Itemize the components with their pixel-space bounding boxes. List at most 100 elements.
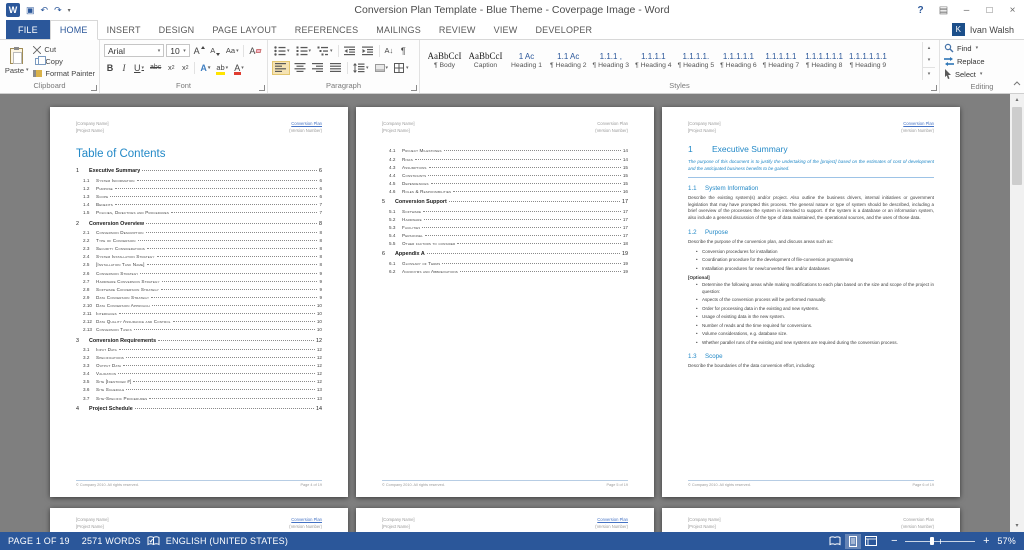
replace-button[interactable]: Replace: [944, 55, 1020, 67]
zoom-out-button[interactable]: −: [889, 535, 899, 547]
scroll-down-icon[interactable]: ▾: [1015, 520, 1018, 532]
highlight-button[interactable]: ab▾: [214, 61, 230, 75]
toc-entry[interactable]: 4.5 Dependencies 15: [382, 181, 628, 187]
toc-entry[interactable]: 1 Executive Summary 6: [76, 168, 322, 174]
style-card[interactable]: 1.1 Ac ¶ Heading 2: [547, 42, 590, 78]
toc-entry[interactable]: 1.3 Scope 6: [76, 194, 322, 200]
styles-dialog-launcher-icon[interactable]: [931, 85, 937, 91]
paste-button[interactable]: Paste▾: [4, 42, 29, 80]
help-icon[interactable]: ?: [909, 0, 932, 20]
grow-font-button[interactable]: A: [192, 44, 207, 58]
zoom-level[interactable]: 57%: [997, 536, 1016, 546]
style-card[interactable]: AaBbCcI Caption: [465, 42, 506, 78]
page-6-partial[interactable]: [Company Name][Project Name]Conversion P…: [662, 508, 960, 532]
ribbon-display-options-icon[interactable]: ▤: [932, 0, 955, 20]
page-2[interactable]: [Company Name] [Project Name] Conversion…: [356, 107, 654, 497]
style-card[interactable]: 1.1.1.1.1 ¶ Heading 6: [717, 42, 760, 78]
account-area[interactable]: K Ivan Walsh: [952, 20, 1024, 39]
toc-entry[interactable]: 3.2 Specifications 12: [76, 355, 322, 361]
toc-entry[interactable]: 6.1 Glossary of Terms 19: [382, 261, 628, 267]
print-layout-icon[interactable]: [845, 534, 861, 549]
toc-entry[interactable]: 1.4 Benefits 7: [76, 202, 322, 208]
cut-button[interactable]: Cut: [33, 44, 95, 55]
multilevel-list-button[interactable]: ▾: [315, 44, 335, 58]
ribbon-tab[interactable]: HOME: [50, 20, 98, 40]
show-formatting-marks-button[interactable]: ¶: [397, 44, 409, 58]
toc-entry[interactable]: 6 Appendix A 19: [382, 251, 628, 257]
font-size-select[interactable]: 10▾: [166, 44, 189, 57]
style-card[interactable]: 1.1.1.1 ¶ Heading 4: [632, 42, 675, 78]
font-color-button[interactable]: A▾: [232, 61, 246, 75]
strikethrough-button[interactable]: abc: [148, 61, 163, 75]
toc-entry[interactable]: 5.1 Software 17: [382, 209, 628, 215]
word-logo-icon[interactable]: W: [6, 3, 20, 17]
toc-entry[interactable]: 2.7 Hardware Conversion Strategy 9: [76, 279, 322, 285]
toc-entry[interactable]: 5.2 Hardware 17: [382, 217, 628, 223]
toc-entry[interactable]: 2.11 Interfaces 10: [76, 311, 322, 317]
toc-entry[interactable]: 4.6 Roles & Responsibilities 16: [382, 189, 628, 195]
toc-entry[interactable]: 3 Conversion Requirements 12: [76, 338, 322, 344]
language-indicator[interactable]: ENGLISH (UNITED STATES): [166, 536, 288, 546]
styles-scroll-down-icon[interactable]: ▾: [923, 54, 935, 66]
superscript-button[interactable]: x2: [179, 61, 191, 75]
read-mode-icon[interactable]: [827, 534, 843, 549]
line-spacing-button[interactable]: ▾: [351, 61, 371, 75]
ribbon-tab[interactable]: DESIGN: [150, 20, 204, 39]
style-card[interactable]: 1 Ac Heading 1: [506, 42, 547, 78]
copy-button[interactable]: Copy: [33, 56, 95, 67]
format-painter-button[interactable]: Format Painter: [33, 68, 95, 79]
align-left-button[interactable]: [272, 61, 290, 75]
zoom-in-button[interactable]: +: [981, 535, 991, 547]
subscript-button[interactable]: x2: [165, 61, 177, 75]
justify-button[interactable]: [328, 61, 344, 75]
style-card[interactable]: 1.1.1 , ¶ Heading 3: [590, 42, 633, 78]
redo-icon[interactable]: ↷: [54, 5, 62, 16]
toc-entry[interactable]: 3.7 Site-Specific Procedures 13: [76, 396, 322, 402]
toc-entry[interactable]: 4.2 Risks 14: [382, 157, 628, 163]
toc-entry[interactable]: 5.4 Personnel 17: [382, 233, 628, 239]
toc-entry[interactable]: 2.2 Type of Conversion 8: [76, 238, 322, 244]
toc-entry[interactable]: 5.5 Other factors to consider 18: [382, 241, 628, 247]
zoom-thumb[interactable]: [930, 537, 934, 545]
word-count[interactable]: 2571 WORDS: [82, 536, 141, 546]
style-card[interactable]: 1.1.1.1. ¶ Heading 5: [675, 42, 718, 78]
underline-button[interactable]: U▾: [132, 61, 146, 75]
toc-entry[interactable]: 3.1 Input Data 12: [76, 347, 322, 353]
toc-entry[interactable]: 2.1 Conversion Description 8: [76, 230, 322, 236]
borders-button[interactable]: ▾: [392, 61, 411, 75]
clear-formatting-button[interactable]: A: [247, 44, 263, 58]
toc-entry[interactable]: 4.3 Assumptions 15: [382, 165, 628, 171]
toc-entry[interactable]: 2.5 [Installation Task Name] 8: [76, 262, 322, 268]
toc-entry[interactable]: 4.1 Project Milestones 14: [382, 148, 628, 154]
collapse-ribbon-icon[interactable]: [1013, 73, 1021, 91]
page-3[interactable]: [Company Name] [Project Name] Conversion…: [662, 107, 960, 497]
toc-entry[interactable]: 2.6 Conversion Strategy 9: [76, 271, 322, 277]
text-effects-button[interactable]: A▾: [198, 61, 212, 75]
page-1[interactable]: [Company Name] [Project Name] Conversion…: [50, 107, 348, 497]
toc-entry[interactable]: 2.10 Data Conversion Approach 10: [76, 303, 322, 309]
toc-entry[interactable]: 1.5 Policies, Directives and Procedures …: [76, 210, 322, 216]
scrollbar-thumb[interactable]: [1012, 107, 1022, 185]
toc-entry[interactable]: 5 Conversion Support 17: [382, 199, 628, 205]
style-card[interactable]: 1.1.1.1.1.1 ¶ Heading 9: [846, 42, 890, 78]
qat-customize-icon[interactable]: ▾: [68, 7, 71, 14]
change-case-button[interactable]: Aa▾: [224, 44, 240, 58]
page-4-partial[interactable]: [Company Name][Project Name]Conversion P…: [50, 508, 348, 532]
toc-entry[interactable]: 2.8 Software Conversion Strategy 9: [76, 287, 322, 293]
toc-entry[interactable]: 3.4 Validation 12: [76, 371, 322, 377]
toc-entry[interactable]: 2.12 Data Quality Assurance and Control …: [76, 319, 322, 325]
bullets-button[interactable]: ▾: [272, 44, 292, 58]
toc-entry[interactable]: 1.1 System Information 6: [76, 178, 322, 184]
increase-indent-button[interactable]: [360, 44, 376, 58]
ribbon-tab[interactable]: REFERENCES: [286, 20, 368, 39]
save-icon[interactable]: ▣: [26, 5, 35, 16]
restore-icon[interactable]: □: [978, 0, 1001, 20]
ribbon-tab[interactable]: FILE: [6, 20, 50, 39]
sort-button[interactable]: A↓: [383, 44, 396, 58]
align-center-button[interactable]: [292, 61, 308, 75]
clipboard-dialog-launcher-icon[interactable]: [91, 85, 97, 91]
italic-button[interactable]: I: [118, 61, 130, 75]
toc-entry[interactable]: 2 Conversion Overview 8: [76, 221, 322, 227]
web-layout-icon[interactable]: [863, 534, 879, 549]
ribbon-tab[interactable]: INSERT: [98, 20, 150, 39]
